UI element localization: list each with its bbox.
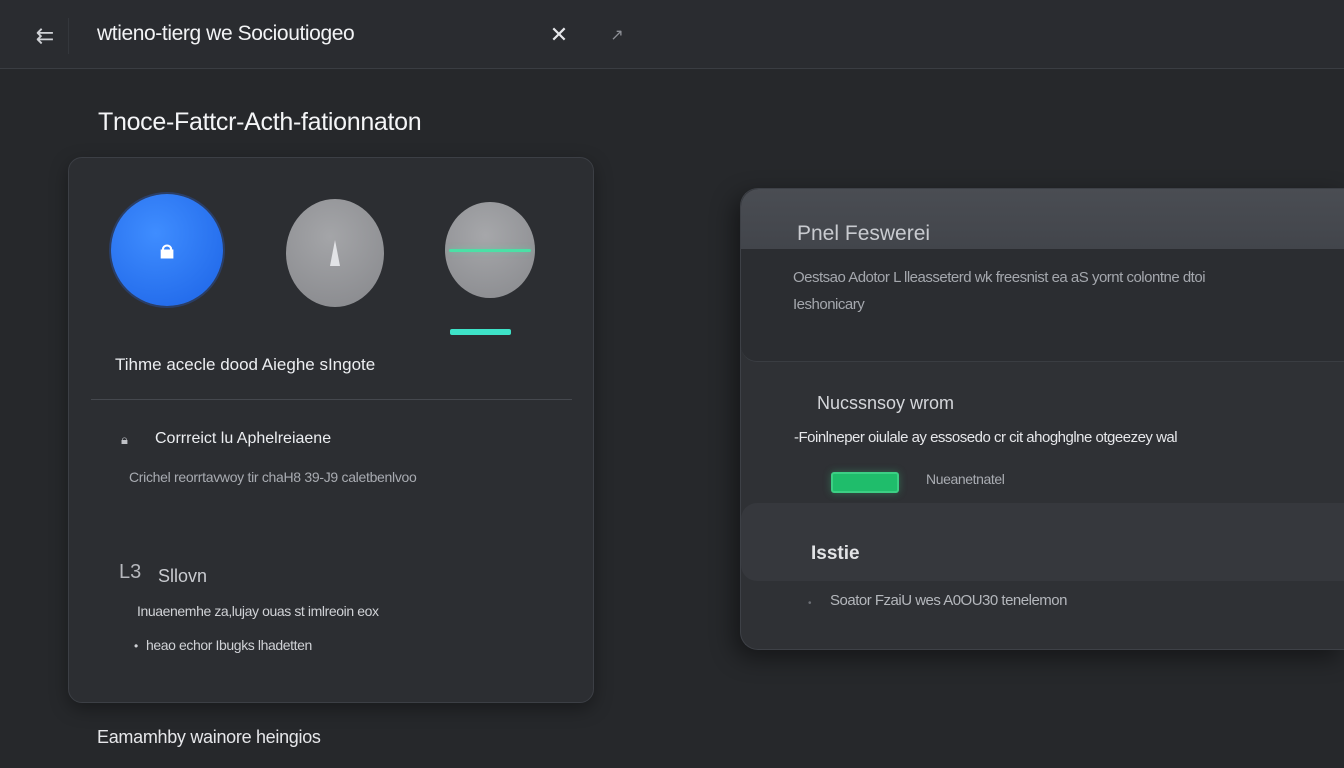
panel-description-continued: Ieshonicary [793,296,865,313]
sms-option-title[interactable]: Sllovn [158,566,207,587]
close-icon[interactable]: ✕ [546,22,572,48]
back-arrow-icon[interactable]: ⇇ [22,18,69,54]
line-icon [449,248,531,252]
divider [91,399,572,400]
panel-description: Oestsao Adotor L lleasseterd wk freesnis… [793,269,1206,286]
section-title: Nucssnsoy wrom [817,393,955,413]
active-method-indicator [450,329,511,335]
bullet: • [808,598,812,609]
top-bar: ⇇ wtieno-tierg we Socioutiogeo ✕ ↗ [0,0,1344,69]
lock-icon: 🔒︎ [160,234,174,264]
section-description: -Foinlneper oiulale ay essosedo cr cit a… [794,429,1178,446]
sms-option-description: Inuaenemhe za,lujay ouas st imlreoin eox [137,603,379,619]
auth-methods-card: 🔒︎ Tihme acecle dood Aieghe sIngote 🔒︎ C… [68,157,594,703]
issue-section [741,503,1344,581]
details-panel: Pnel Feswerei Oestsao Adotor L lleassete… [740,188,1344,650]
panel-header-title: Pnel Feswerei [797,222,931,245]
sms-option-note: heao echor Ibugks lhadetten [146,637,312,653]
status-toggle[interactable] [831,472,899,493]
window-title: wtieno-tierg we Socioutiogeo [97,22,355,45]
open-external-icon[interactable]: ↗ [605,24,629,48]
issue-description: Soator FzaiU wes A0OU30 tenelemon [830,592,1067,609]
page-title: Tnoce-Fattcr-Acth-fationnaton [98,108,422,136]
authenticator-option-description: Crichel reorrtavwoy tir chaH8 39-J9 cale… [129,469,417,485]
lock-small-icon: 🔒︎ [121,432,128,447]
issue-title: Isstie [811,543,860,564]
method-line-button[interactable] [445,202,535,298]
authenticator-option-title[interactable]: Corrreict lu Aphelreiaene [155,430,331,448]
method-caption: Tihme acecle dood Aieghe sIngote [115,355,376,374]
footer-link[interactable]: Eamamhby wainore heingios [97,727,321,748]
pen-icon [330,240,340,266]
sms-icon: L3 [119,561,142,583]
status-label: Nueanetnatel [926,471,1005,487]
bullet: • [134,639,139,653]
method-lock-button[interactable]: 🔒︎ [111,194,223,306]
method-pen-button[interactable] [286,199,384,307]
